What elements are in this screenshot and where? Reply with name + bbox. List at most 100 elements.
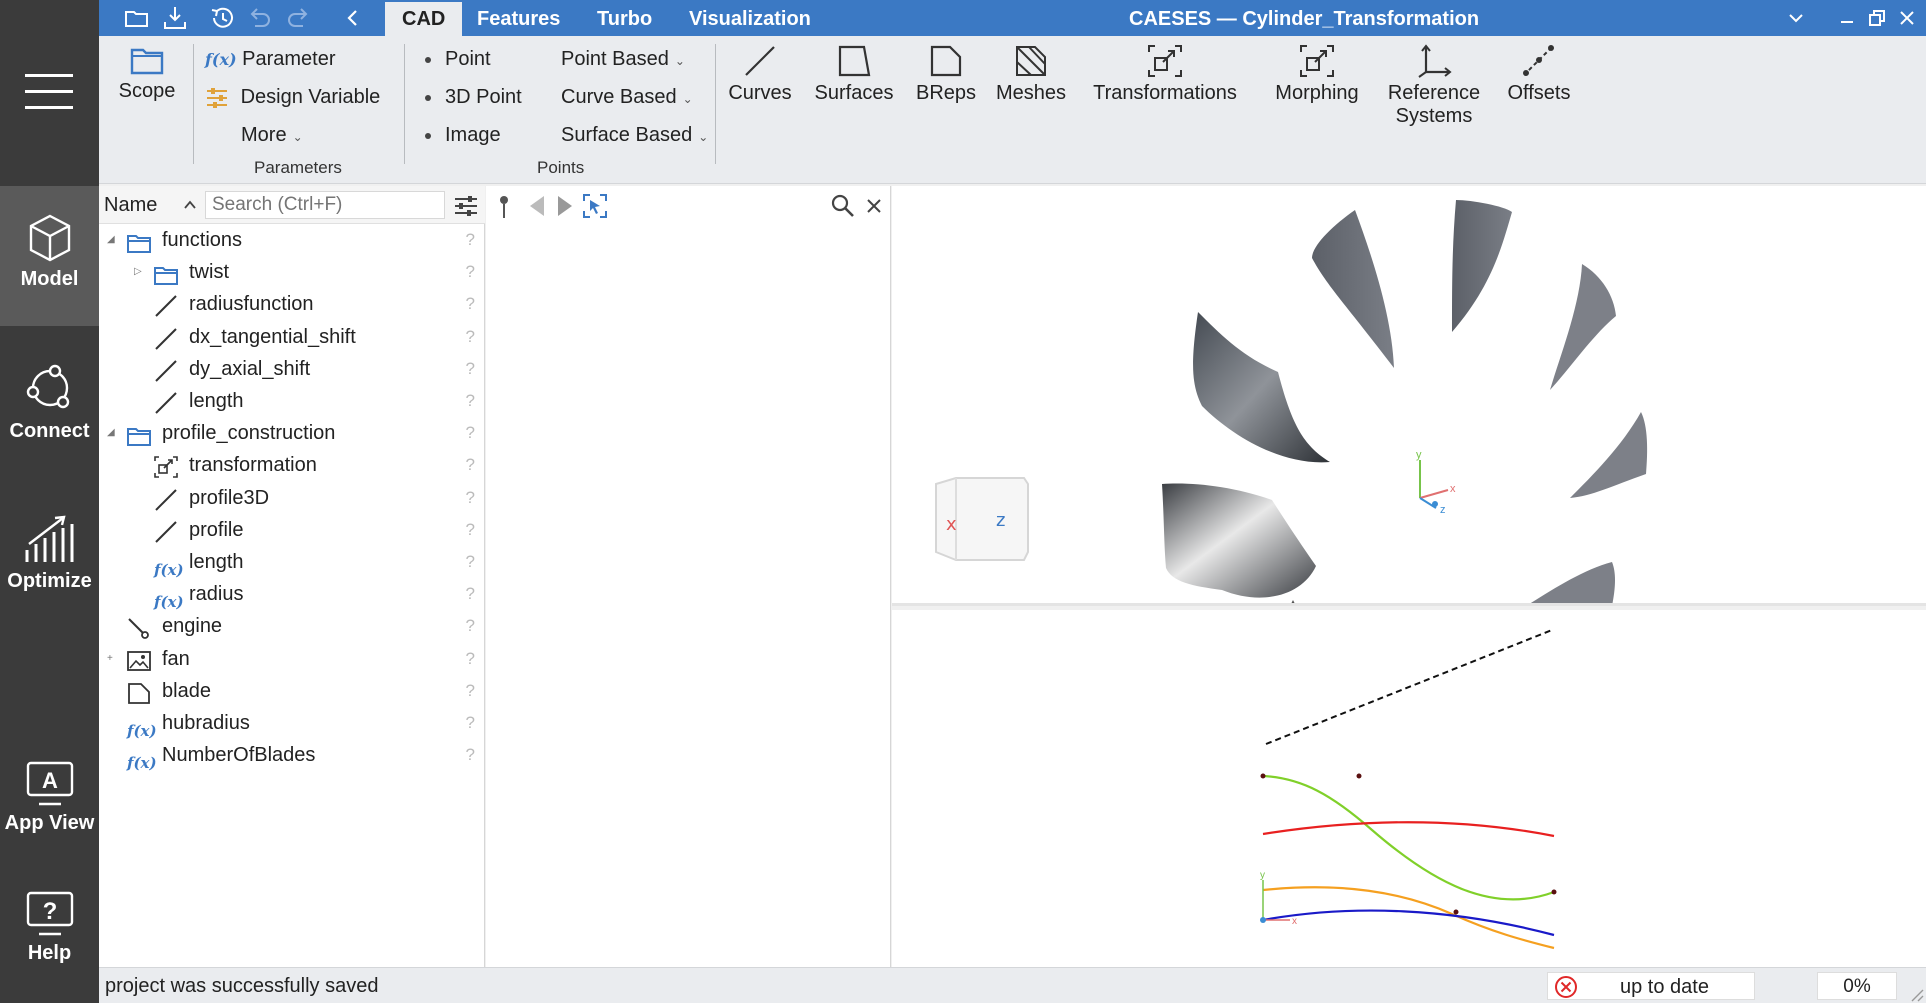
tree-row[interactable]: f(x) hubradius? [99,707,485,740]
tree-row[interactable]: ▷ twist? [99,256,485,288]
point-3d-button[interactable]: 3D Point [425,86,522,109]
help-question-icon[interactable]: ? [466,449,475,481]
help-question-icon[interactable]: ? [466,610,475,642]
morphing-button[interactable]: Morphing [1269,44,1365,105]
history-icon[interactable] [208,4,236,32]
tree-row[interactable]: profile? [99,514,485,546]
save-download-icon[interactable] [161,4,189,32]
app-window: Model Connect Optimize A App View ? Help… [0,0,1926,1003]
help-question-icon[interactable]: ? [466,224,475,256]
close-window-icon[interactable] [1895,6,1919,30]
help-question-icon[interactable]: ? [466,643,475,675]
collapse-chevron-left-icon[interactable] [339,4,367,32]
tab-features[interactable]: Features [460,0,577,36]
transformations-button[interactable]: Transformations [1087,44,1243,105]
tree-row[interactable]: ◢ profile_construction? [99,417,485,449]
filter-settings-icon[interactable] [453,194,479,218]
more-dropdown[interactable]: More ⌄ [241,124,303,147]
detail-panel [486,186,891,967]
sort-chevron-up-icon[interactable] [181,196,199,214]
tab-visualization[interactable]: Visualization [672,0,828,36]
tree-row[interactable]: blade? [99,675,485,707]
mode-app-view[interactable]: A App View [0,760,99,835]
view-cube[interactable]: x z [935,477,1029,561]
curve-based-dropdown[interactable]: Curve Based ⌄ [561,86,693,109]
tab-cad[interactable]: CAD [385,2,463,36]
resize-grip-icon[interactable] [1908,986,1924,1002]
help-question-icon[interactable]: ? [466,482,475,514]
name-column-header[interactable]: Name [104,186,157,224]
tree-row[interactable]: transformation? [99,449,485,481]
help-question-icon[interactable]: ? [466,353,475,385]
tree-row[interactable]: + fan? [99,643,485,675]
point-3d-icon [425,94,431,101]
open-folder-icon[interactable] [123,4,151,32]
parameter-button[interactable]: f(x) Parameter [205,48,336,71]
viewport-2d[interactable]: y x [892,610,1926,967]
tree-row[interactable]: profile3D? [99,482,485,514]
help-question-icon[interactable]: ? [466,739,475,771]
minimize-icon[interactable] [1835,6,1859,30]
hamburger-menu-icon[interactable] [25,74,73,110]
tree-row[interactable]: engine? [99,610,485,642]
tab-turbo[interactable]: Turbo [580,0,669,36]
help-question-icon[interactable]: ? [466,385,475,417]
design-variable-button[interactable]: Design Variable [205,86,380,109]
pin-icon[interactable] [494,194,514,220]
update-status-box[interactable]: up to date [1547,972,1755,1000]
close-icon[interactable] [864,196,884,216]
point-based-dropdown[interactable]: Point Based ⌄ [561,48,685,71]
curves-label: Curves [728,82,792,104]
expand-arrow-icon[interactable]: ◢ [107,417,115,449]
help-question-icon[interactable]: ? [466,578,475,610]
mode-help[interactable]: ? Help [0,890,99,965]
offsets-button[interactable]: Offsets [1501,44,1577,105]
tree-row[interactable]: dy_axial_shift? [99,353,485,385]
help-question-icon[interactable]: ? [466,256,475,288]
select-cursor-icon[interactable] [582,193,608,219]
tree-row[interactable]: dx_tangential_shift? [99,321,485,353]
help-question-icon[interactable]: ? [466,417,475,449]
help-question-icon[interactable]: ? [466,321,475,353]
breps-button[interactable]: BReps [911,44,981,105]
help-question-icon[interactable]: ? [466,288,475,320]
help-question-icon[interactable]: ? [466,675,475,707]
undo-icon[interactable] [246,4,274,32]
chevron-down-icon: ⌄ [674,54,685,68]
search-icon[interactable] [830,193,856,219]
restore-icon[interactable] [1865,6,1889,30]
tree-row[interactable]: f(x) radius? [99,578,485,611]
systems-label: Systems [1395,105,1473,127]
viewport-3d[interactable]: x z y x z [892,186,1926,606]
help-question-icon[interactable]: ? [466,546,475,578]
tree-row[interactable]: f(x) length? [99,546,485,579]
blade-3 [1550,264,1616,390]
back-arrow-icon[interactable] [526,194,548,218]
help-question-icon[interactable]: ? [466,707,475,739]
expand-arrow-icon[interactable]: ▷ [134,256,142,288]
scope-button[interactable]: Scope [117,44,177,103]
dropdown-chevron-icon[interactable] [1784,6,1808,30]
tree-row[interactable]: ◢ functions? [99,224,485,256]
expand-arrow-icon[interactable]: ◢ [107,224,115,256]
reference-systems-button[interactable]: Reference Systems [1379,44,1489,128]
mode-model[interactable]: Model [0,186,99,326]
forward-arrow-icon[interactable] [554,194,576,218]
help-question-icon[interactable]: ? [466,514,475,546]
surfaces-button[interactable]: Surfaces [809,44,899,105]
point-button[interactable]: Point [425,48,491,71]
curves-button[interactable]: Curves [723,44,797,105]
tree-row-label: engine [162,615,223,638]
redo-icon[interactable] [284,4,312,32]
image-button[interactable]: Image [425,124,501,147]
tree-row[interactable]: radiusfunction? [99,288,485,320]
meshes-button[interactable]: Meshes [991,44,1071,105]
mode-optimize[interactable]: Optimize [0,514,99,593]
surface-based-dropdown[interactable]: Surface Based ⌄ [561,124,708,147]
tree-row[interactable]: f(x) NumberOfBlades? [99,739,485,772]
mode-connect[interactable]: Connect [0,362,99,443]
expand-arrow-icon[interactable]: + [107,643,113,675]
tree-row-label: fan [162,647,190,670]
search-input[interactable] [205,191,445,219]
tree-row[interactable]: length? [99,385,485,417]
